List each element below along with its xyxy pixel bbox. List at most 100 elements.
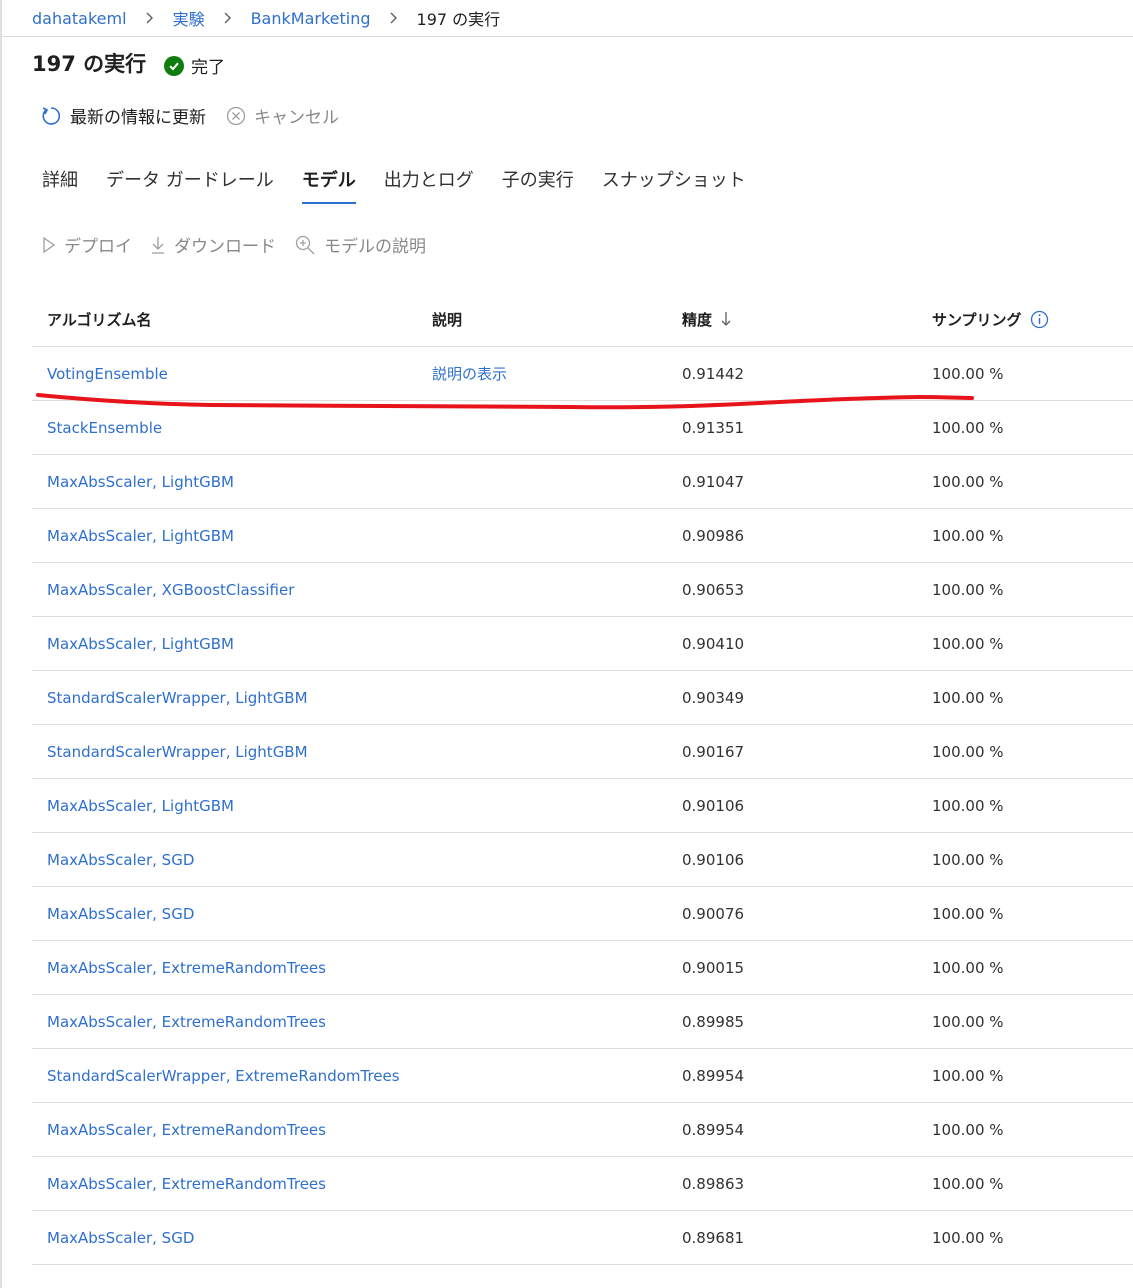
accuracy-cell: 0.89954 xyxy=(682,1066,745,1085)
breadcrumb: dahatakeml 実験 BankMarketing 197 の実行 xyxy=(32,6,500,30)
explain-model-button[interactable]: モデルの説明 xyxy=(294,232,426,257)
algorithm-link[interactable]: MaxAbsScaler, SGD xyxy=(32,851,432,869)
command-bar: 最新の情報に更新 キャンセル xyxy=(40,103,359,128)
algorithm-link[interactable]: StandardScalerWrapper, LightGBM xyxy=(32,743,432,761)
breadcrumb-experiments[interactable]: 実験 xyxy=(173,6,205,30)
table-row[interactable]: StandardScalerWrapper, LightGBM 0.90167 10… xyxy=(32,725,1133,779)
description-link[interactable]: 説明の表示 xyxy=(432,363,682,384)
check-circle-icon xyxy=(164,55,184,76)
status-badge: 完了 xyxy=(164,53,225,78)
column-header-description[interactable]: 説明 xyxy=(432,309,682,330)
download-button[interactable]: ダウンロード xyxy=(150,232,276,257)
algorithm-link[interactable]: MaxAbsScaler, SGD xyxy=(32,1229,432,1247)
breadcrumb-experiment[interactable]: BankMarketing xyxy=(251,9,371,28)
table-row[interactable]: MaxAbsScaler, XGBoostClassifier 0.90653 10… xyxy=(32,563,1133,617)
sampling-cell: 100.00 % xyxy=(932,688,1004,707)
table-row[interactable]: MaxAbsScaler, SGD 0.90076 100.00 % xyxy=(32,887,1133,941)
algorithm-link[interactable]: MaxAbsScaler, LightGBM xyxy=(32,797,432,815)
algorithm-link[interactable]: MaxAbsScaler, ExtremeRandomTrees xyxy=(32,1121,432,1139)
table-row[interactable]: MaxAbsScaler, SGD 0.90106 100.00 % xyxy=(32,833,1133,887)
sampling-cell: 100.00 % xyxy=(932,1174,1004,1193)
table-row[interactable]: StandardScalerWrapper, ExtremeRandomTree… xyxy=(32,1049,1133,1103)
accuracy-cell: 0.89985 xyxy=(682,1012,745,1031)
tab-data-guardrails[interactable]: データ ガードレール xyxy=(106,166,274,204)
table-row[interactable]: MaxAbsScaler, ExtremeRandomTrees 0.89954 1… xyxy=(32,1103,1133,1157)
deploy-label: デプロイ xyxy=(64,237,132,257)
table-row[interactable]: VotingEnsemble 説明の表示 0.91442 100.00 % xyxy=(32,347,1133,401)
sampling-cell: 100.00 % xyxy=(932,796,1004,815)
sampling-cell: 100.00 % xyxy=(932,1066,1004,1085)
sampling-cell: 100.00 % xyxy=(932,1120,1004,1139)
algorithm-link[interactable]: StandardScalerWrapper, LightGBM xyxy=(32,689,432,707)
column-header-sampling-label: サンプリング xyxy=(932,310,1022,329)
algorithm-link[interactable]: StandardScalerWrapper, ExtremeRandomTree… xyxy=(32,1067,432,1085)
accuracy-cell: 0.89863 xyxy=(682,1174,745,1193)
breadcrumb-workspace[interactable]: dahatakeml xyxy=(32,9,127,28)
column-header-sampling[interactable]: サンプリング xyxy=(932,309,1133,330)
tab-models[interactable]: モデル xyxy=(301,166,356,204)
tab-bar: 詳細 データ ガードレール モデル 出力とログ 子の実行 スナップショット xyxy=(42,166,774,204)
algorithm-link[interactable]: MaxAbsScaler, LightGBM xyxy=(32,473,432,491)
algorithm-link[interactable]: MaxAbsScaler, SGD xyxy=(32,905,432,923)
sampling-cell: 100.00 % xyxy=(932,850,1004,869)
algorithm-link[interactable]: MaxAbsScaler, ExtremeRandomTrees xyxy=(32,959,432,977)
deploy-button[interactable]: デプロイ xyxy=(42,232,132,257)
accuracy-cell: 0.90349 xyxy=(682,688,745,707)
accuracy-cell: 0.91442 xyxy=(682,364,745,383)
table-row[interactable]: MaxAbsScaler, ExtremeRandomTrees 0.89985 1… xyxy=(32,995,1133,1049)
info-icon[interactable] xyxy=(1030,310,1049,329)
table-row[interactable]: MaxAbsScaler, SGD 0.89681 100.00 % xyxy=(32,1211,1133,1265)
table-row[interactable]: StandardScalerWrapper, LightGBM 0.90349 10… xyxy=(32,671,1133,725)
cancel-label: キャンセル xyxy=(254,108,339,128)
accuracy-cell: 0.90106 xyxy=(682,796,745,815)
sampling-cell: 100.00 % xyxy=(932,364,1004,383)
accuracy-cell: 0.91047 xyxy=(682,472,745,491)
accuracy-cell: 0.90986 xyxy=(682,526,745,545)
download-icon xyxy=(150,235,166,255)
table-row[interactable]: MaxAbsScaler, LightGBM 0.90106 100.00 % xyxy=(32,779,1133,833)
chevron-right-icon xyxy=(223,12,233,24)
header-divider xyxy=(0,36,1133,37)
algorithm-link[interactable]: StackEnsemble xyxy=(32,419,432,437)
tab-outputs-logs[interactable]: 出力とログ xyxy=(384,166,474,204)
column-header-accuracy[interactable]: 精度 xyxy=(682,309,932,330)
breadcrumb-current: 197 の実行 xyxy=(416,10,501,29)
sampling-cell: 100.00 % xyxy=(932,580,1004,599)
refresh-button[interactable]: 最新の情報に更新 xyxy=(40,103,206,128)
tab-child-runs[interactable]: 子の実行 xyxy=(502,166,574,204)
tab-snapshot[interactable]: スナップショット xyxy=(602,166,746,204)
cancel-circle-icon xyxy=(226,106,246,126)
chevron-right-icon xyxy=(389,12,399,24)
sampling-cell: 100.00 % xyxy=(932,526,1004,545)
column-header-description-label: 説明 xyxy=(432,310,463,329)
algorithm-link[interactable]: MaxAbsScaler, LightGBM xyxy=(32,527,432,545)
table-row[interactable]: MaxAbsScaler, ExtremeRandomTrees 0.89863 1… xyxy=(32,1157,1133,1211)
accuracy-cell: 0.89954 xyxy=(682,1120,745,1139)
table-row[interactable]: MaxAbsScaler, LightGBM 0.91047 100.00 % xyxy=(32,455,1133,509)
algorithm-link[interactable]: MaxAbsScaler, LightGBM xyxy=(32,635,432,653)
column-header-algorithm-label: アルゴリズム名 xyxy=(47,310,152,329)
algorithm-link[interactable]: VotingEnsemble xyxy=(32,365,432,383)
accuracy-cell: 0.91351 xyxy=(682,418,745,437)
accuracy-cell: 0.90653 xyxy=(682,580,745,599)
table-row[interactable]: MaxAbsScaler, LightGBM 0.90986 100.00 % xyxy=(32,509,1133,563)
table-body: VotingEnsemble 説明の表示 0.91442 100.00 % StackE… xyxy=(32,347,1133,1265)
accuracy-cell: 0.90076 xyxy=(682,904,745,923)
accuracy-cell: 0.90410 xyxy=(682,634,745,653)
algorithm-link[interactable]: MaxAbsScaler, ExtremeRandomTrees xyxy=(32,1175,432,1193)
models-table: アルゴリズム名 説明 精度 サンプリング VotingEnsemble 説明の表示… xyxy=(32,292,1133,1265)
algorithm-link[interactable]: MaxAbsScaler, XGBoostClassifier xyxy=(32,581,432,599)
cancel-button[interactable]: キャンセル xyxy=(226,103,339,128)
sampling-cell: 100.00 % xyxy=(932,634,1004,653)
sampling-cell: 100.00 % xyxy=(932,904,1004,923)
table-header: アルゴリズム名 説明 精度 サンプリング xyxy=(32,292,1133,347)
column-header-algorithm[interactable]: アルゴリズム名 xyxy=(32,309,432,330)
algorithm-link[interactable]: MaxAbsScaler, ExtremeRandomTrees xyxy=(32,1013,432,1031)
column-header-accuracy-label: 精度 xyxy=(682,310,713,329)
table-row[interactable]: StackEnsemble 0.91351 100.00 % xyxy=(32,401,1133,455)
table-row[interactable]: MaxAbsScaler, LightGBM 0.90410 100.00 % xyxy=(32,617,1133,671)
table-row[interactable]: MaxAbsScaler, ExtremeRandomTrees 0.90015 1… xyxy=(32,941,1133,995)
tab-details[interactable]: 詳細 xyxy=(42,166,78,204)
model-command-bar: デプロイ ダウンロード モデルの説明 xyxy=(42,232,444,257)
zoom-in-icon xyxy=(294,234,316,256)
